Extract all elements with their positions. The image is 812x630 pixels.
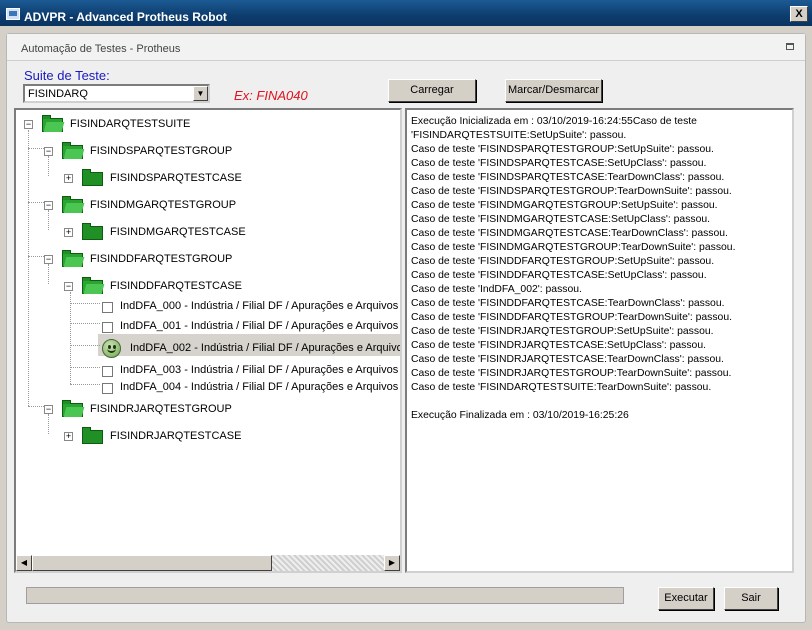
smiley-pass-icon bbox=[102, 339, 121, 358]
test-tree[interactable]: − FISINDARQTESTSUITE − FISINDSPARQTESTGR… bbox=[14, 108, 402, 573]
test-item-label: IndDFA_000 - Indústria / Filial DF / Apu… bbox=[120, 300, 402, 312]
suite-label: Suite de Teste: bbox=[24, 68, 110, 83]
collapse-node-icon[interactable]: − bbox=[44, 147, 53, 156]
collapse-node-icon[interactable]: − bbox=[44, 255, 53, 264]
log-line: Caso de teste 'FISINDSPARQTESTGROUP:Tear… bbox=[411, 186, 732, 197]
open-folder-icon bbox=[62, 400, 83, 417]
test-item[interactable]: IndDFA_001 - Indústria / Filial DF / Apu… bbox=[16, 317, 402, 337]
log-line: Caso de teste 'FISINDRJARQTESTGROUP:SetU… bbox=[411, 326, 714, 337]
executar-button[interactable]: Executar bbox=[658, 587, 714, 610]
log-line: Caso de teste 'FISINDRJARQTESTGROUP:Tear… bbox=[411, 368, 732, 379]
tree-node-label: FISINDSPARQTESTGROUP bbox=[90, 145, 233, 157]
tree-node-label: FISINDARQTESTSUITE bbox=[70, 118, 191, 130]
tree-node-group[interactable]: − FISINDRJARQTESTGROUP bbox=[16, 400, 396, 420]
collapse-node-icon[interactable]: − bbox=[24, 120, 33, 129]
tree-node-group[interactable]: − FISINDSPARQTESTGROUP bbox=[16, 142, 396, 162]
test-item-label: IndDFA_004 - Indústria / Filial DF / Apu… bbox=[120, 381, 402, 393]
tree-node-label: FISINDRJARQTESTGROUP bbox=[90, 403, 232, 415]
folder-icon bbox=[82, 169, 103, 186]
log-line: Caso de teste 'FISINDRJARQTESTCASE:TearD… bbox=[411, 354, 724, 365]
expand-node-icon[interactable]: + bbox=[64, 228, 73, 237]
log-line: Caso de teste 'FISINDMGARQTESTCASE:TearD… bbox=[411, 228, 728, 239]
collapse-node-icon[interactable]: − bbox=[44, 405, 53, 414]
tree-horizontal-scrollbar[interactable]: ◀ ▶ bbox=[16, 555, 400, 571]
marcar-desmarcar-button[interactable]: Marcar/Desmarcar bbox=[505, 79, 602, 102]
log-line: Caso de teste 'FISINDDFARQTESTCASE:SetUp… bbox=[411, 270, 707, 281]
test-item-label: IndDFA_003 - Indústria / Filial DF / Apu… bbox=[120, 364, 402, 376]
arrow-left-icon[interactable]: ◀ bbox=[16, 555, 32, 571]
tree-node-label: FISINDRJARQTESTCASE bbox=[110, 430, 242, 442]
log-line: Caso de teste 'FISINDDFARQTESTGROUP:SetU… bbox=[411, 256, 715, 267]
tree-content: − FISINDARQTESTSUITE − FISINDSPARQTESTGR… bbox=[16, 110, 402, 555]
scrollbar-thumb[interactable] bbox=[32, 555, 272, 571]
tree-node-label: FISINDDFARQTESTGROUP bbox=[90, 253, 233, 265]
scrollbar-track[interactable] bbox=[272, 555, 384, 571]
tree-node-case[interactable]: + FISINDMGARQTESTCASE bbox=[16, 223, 396, 243]
log-line: Caso de teste 'FISINDMGARQTESTCASE:SetUp… bbox=[411, 214, 711, 225]
checkbox-icon[interactable] bbox=[102, 302, 113, 313]
window-titlebar: ADVPR - Advanced Protheus Robot X bbox=[0, 0, 812, 26]
log-line: Caso de teste 'FISINDRJARQTESTCASE:SetUp… bbox=[411, 340, 707, 351]
window-title: ADVPR - Advanced Protheus Robot bbox=[24, 10, 227, 24]
open-folder-icon bbox=[82, 277, 103, 294]
log-line: Execução Finalizada em : 03/10/2019-16:2… bbox=[411, 410, 629, 421]
open-folder-icon bbox=[62, 142, 83, 159]
checkbox-icon[interactable] bbox=[102, 366, 113, 377]
arrow-right-icon[interactable]: ▶ bbox=[384, 555, 400, 571]
collapse-node-icon[interactable]: − bbox=[64, 282, 73, 291]
folder-icon bbox=[82, 223, 103, 240]
progress-bar bbox=[26, 587, 624, 604]
test-item-label: IndDFA_002 - Indústria / Filial DF / Apu… bbox=[130, 342, 402, 354]
tree-node-label: FISINDSPARQTESTCASE bbox=[110, 172, 242, 184]
test-item-label: IndDFA_001 - Indústria / Filial DF / Apu… bbox=[120, 320, 402, 332]
log-line: Caso de teste 'IndDFA_002': passou. bbox=[411, 284, 582, 295]
panel-title: Automação de Testes - Protheus bbox=[21, 43, 181, 55]
log-line: Caso de teste 'FISINDSPARQTESTCASE:TearD… bbox=[411, 172, 725, 183]
expand-node-icon[interactable]: + bbox=[64, 432, 73, 441]
suite-select-value: FISINDARQ bbox=[28, 88, 88, 100]
log-line: Caso de teste 'FISINDMGARQTESTGROUP:Tear… bbox=[411, 242, 736, 253]
tree-node-label: FISINDDFARQTESTCASE bbox=[110, 280, 243, 292]
tree-node-group[interactable]: − FISINDMGARQTESTGROUP bbox=[16, 196, 396, 216]
log-line: Caso de teste 'FISINDSPARQTESTGROUP:SetU… bbox=[411, 144, 714, 155]
tree-node-case[interactable]: + FISINDRJARQTESTCASE bbox=[16, 427, 396, 447]
log-line: Caso de teste 'FISINDDFARQTESTCASE:TearD… bbox=[411, 298, 725, 309]
test-item[interactable]: IndDFA_004 - Indústria / Filial DF / Apu… bbox=[16, 378, 402, 398]
tree-node-label: FISINDMGARQTESTGROUP bbox=[90, 199, 237, 211]
open-folder-icon bbox=[62, 196, 83, 213]
suite-example-hint: Ex: FINA040 bbox=[234, 88, 308, 103]
checkbox-icon[interactable] bbox=[102, 322, 113, 333]
chevron-down-icon[interactable]: ▼ bbox=[193, 86, 208, 101]
test-item[interactable]: IndDFA_000 - Indústria / Filial DF / Apu… bbox=[16, 297, 402, 317]
log-line: Caso de teste 'FISINDARQTESTSUITE:TearDo… bbox=[411, 382, 712, 393]
collapse-node-icon[interactable]: − bbox=[44, 201, 53, 210]
collapse-icon[interactable] bbox=[786, 43, 794, 50]
suite-select[interactable]: FISINDARQ ▼ bbox=[23, 84, 210, 103]
app-icon bbox=[6, 8, 20, 20]
open-folder-icon bbox=[62, 250, 83, 267]
open-folder-icon bbox=[42, 115, 63, 132]
test-item-selected[interactable]: IndDFA_002 - Indústria / Filial DF / Apu… bbox=[16, 339, 402, 359]
panel-header: Automação de Testes - Protheus bbox=[7, 34, 805, 61]
log-line: Caso de teste 'FISINDDFARQTESTGROUP:Tear… bbox=[411, 312, 732, 323]
log-line: Caso de teste 'FISINDSPARQTESTCASE:SetUp… bbox=[411, 158, 707, 169]
execution-log[interactable]: Execução Inicializada em : 03/10/2019-16… bbox=[405, 108, 794, 573]
tree-node-case[interactable]: − FISINDDFARQTESTCASE bbox=[16, 277, 396, 297]
close-button[interactable]: X bbox=[790, 6, 808, 22]
tree-node-group[interactable]: − FISINDDFARQTESTGROUP bbox=[16, 250, 396, 270]
sair-button[interactable]: Sair bbox=[724, 587, 778, 610]
tree-node-suite[interactable]: − FISINDARQTESTSUITE bbox=[16, 115, 396, 135]
checkbox-icon[interactable] bbox=[102, 383, 113, 394]
log-line: Execução Inicializada em : 03/10/2019-16… bbox=[411, 116, 697, 127]
expand-node-icon[interactable]: + bbox=[64, 174, 73, 183]
log-line: 'FISINDARQTESTSUITE:SetUpSuite': passou. bbox=[411, 130, 627, 141]
log-line: Caso de teste 'FISINDMGARQTESTGROUP:SetU… bbox=[411, 200, 718, 211]
log-lines: Execução Inicializada em : 03/10/2019-16… bbox=[411, 115, 791, 423]
tree-node-label: FISINDMGARQTESTCASE bbox=[110, 226, 246, 238]
carregar-button[interactable]: Carregar bbox=[388, 79, 476, 102]
folder-icon bbox=[82, 427, 103, 444]
tree-node-case[interactable]: + FISINDSPARQTESTCASE bbox=[16, 169, 396, 189]
